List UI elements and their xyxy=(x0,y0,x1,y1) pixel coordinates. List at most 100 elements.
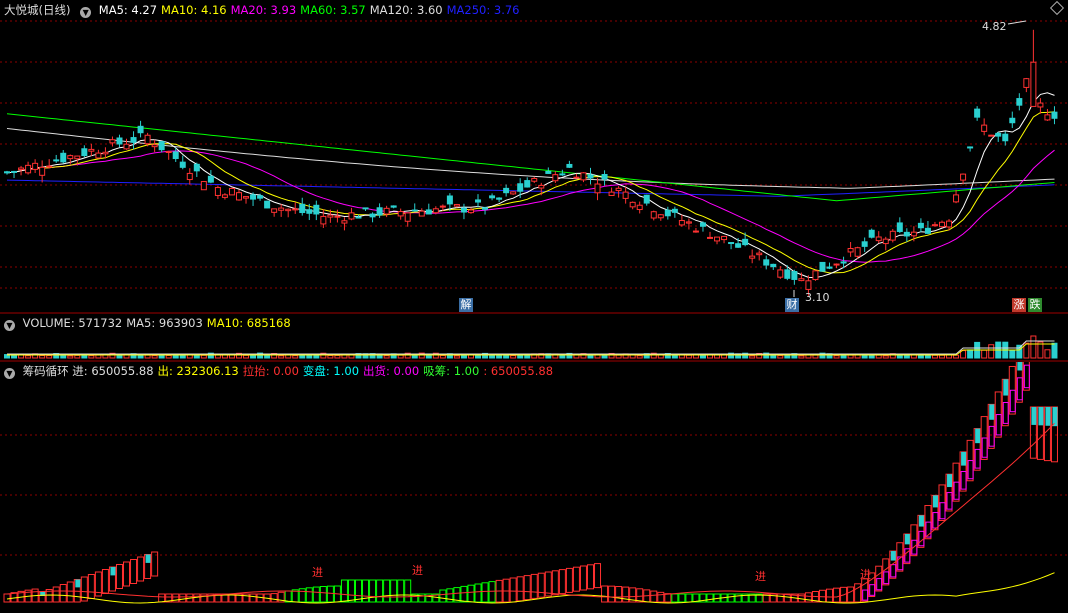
candle xyxy=(1037,102,1044,108)
chevron-down-icon[interactable]: ▼ xyxy=(80,7,92,18)
chip-bar xyxy=(544,571,552,597)
chip-bar xyxy=(200,593,208,603)
volume-bar xyxy=(243,354,250,359)
chip-bar xyxy=(523,575,531,601)
ma-label-3: MA60: 3.57 xyxy=(300,3,366,17)
event-marker-0[interactable]: 解 xyxy=(459,298,473,312)
volume-bar xyxy=(165,354,172,359)
chip-inner xyxy=(883,571,890,585)
chip-fill xyxy=(975,428,981,444)
chip-inner xyxy=(1002,402,1009,424)
event-marker-1[interactable]: 财 xyxy=(785,298,799,312)
candle xyxy=(671,208,678,213)
volume-bar xyxy=(193,355,200,359)
volume-bar xyxy=(517,354,524,359)
volume-bar xyxy=(981,349,988,359)
chip-bar xyxy=(727,593,735,603)
volume-bar xyxy=(601,354,608,359)
candlestick-chart[interactable]: 4.82 3.10 xyxy=(0,0,1068,314)
candle xyxy=(432,208,439,214)
chip-bar xyxy=(52,586,60,603)
chip-bar xyxy=(130,559,138,584)
chip-inner xyxy=(932,512,939,529)
volume-bar xyxy=(636,355,643,359)
chip-bar xyxy=(537,572,545,598)
event-marker-2[interactable]: 涨 xyxy=(1012,298,1026,312)
chip-bar xyxy=(685,593,693,603)
chip-fill xyxy=(904,533,910,545)
candle xyxy=(207,175,214,183)
volume-bar xyxy=(953,354,960,359)
chip-fill xyxy=(918,515,924,527)
candle xyxy=(193,163,200,172)
candle xyxy=(531,177,538,182)
indicator-panel[interactable]: 进 进 进 进 ▼ 筹码循环 进: 650055.88 出: 232306.13 拉抬: … xyxy=(0,362,1068,613)
candle xyxy=(826,266,833,269)
candle xyxy=(601,174,608,180)
chip-bar xyxy=(608,585,616,603)
candle xyxy=(728,242,735,245)
candle xyxy=(334,215,341,218)
candle xyxy=(390,205,397,208)
candle xyxy=(988,134,995,137)
chip-cycle-chart[interactable]: 进进进进 xyxy=(0,362,1068,613)
volume-bar xyxy=(264,355,271,359)
chip-bar xyxy=(586,564,594,590)
chevron-down-icon[interactable]: ▼ xyxy=(4,368,15,379)
candle xyxy=(882,238,889,245)
candle xyxy=(594,183,601,194)
chip-bar xyxy=(249,593,257,603)
chip-fill xyxy=(961,451,967,466)
chip-bar xyxy=(530,573,538,599)
chip-fill xyxy=(145,554,151,563)
candle xyxy=(116,137,123,145)
chip-fill xyxy=(1031,407,1037,425)
candle xyxy=(355,216,362,219)
chip-inner xyxy=(988,425,995,447)
candle xyxy=(763,259,770,266)
candle xyxy=(573,176,580,179)
chip-bar xyxy=(179,593,187,603)
chip-bar xyxy=(481,582,489,603)
volume-panel[interactable]: ▼ VOLUME: 571732 MA5: 963903 MA10: 685168 xyxy=(0,314,1068,362)
candle xyxy=(67,155,74,160)
candle xyxy=(798,278,805,282)
chip-bar xyxy=(678,593,686,603)
chip-bar xyxy=(734,593,742,603)
chip-bar xyxy=(657,591,665,603)
chip-inner xyxy=(862,589,869,601)
low-price-label: 3.10 xyxy=(805,291,830,304)
high-price-label: 4.82 xyxy=(982,20,1007,33)
chip-bar xyxy=(347,579,355,603)
volume-bar xyxy=(931,354,938,359)
candle xyxy=(376,207,383,216)
chip-bar xyxy=(594,563,602,589)
candle xyxy=(1044,114,1051,121)
candle xyxy=(18,167,25,171)
candle xyxy=(341,220,348,224)
chip-inner xyxy=(1023,364,1030,389)
main-chart-panel[interactable]: 4.82 3.10 大悦城(日线) ▼ MA5: 4.27 MA10: 4.16 MA… xyxy=(0,0,1068,314)
candle xyxy=(889,230,896,241)
candle xyxy=(974,108,981,118)
candle xyxy=(1030,61,1037,107)
volume-bar xyxy=(988,344,995,359)
volume-bar xyxy=(453,355,460,359)
candle xyxy=(383,207,390,215)
event-marker-3[interactable]: 跌 xyxy=(1028,298,1042,312)
volume-bar xyxy=(784,355,791,359)
chip-fill xyxy=(1003,379,1009,396)
candle xyxy=(278,207,285,211)
chip-bar xyxy=(601,585,609,603)
indicator-label-6: : 650055.88 xyxy=(483,364,554,378)
candle xyxy=(228,187,235,196)
candle xyxy=(4,171,10,174)
candle xyxy=(699,222,706,227)
candle xyxy=(257,195,264,199)
ma120-line xyxy=(6,128,1055,189)
chip-bar xyxy=(59,584,67,603)
chevron-down-icon[interactable]: ▼ xyxy=(4,320,15,331)
volume-bar xyxy=(158,355,165,359)
candle xyxy=(425,209,432,215)
volume-bar xyxy=(699,354,706,359)
